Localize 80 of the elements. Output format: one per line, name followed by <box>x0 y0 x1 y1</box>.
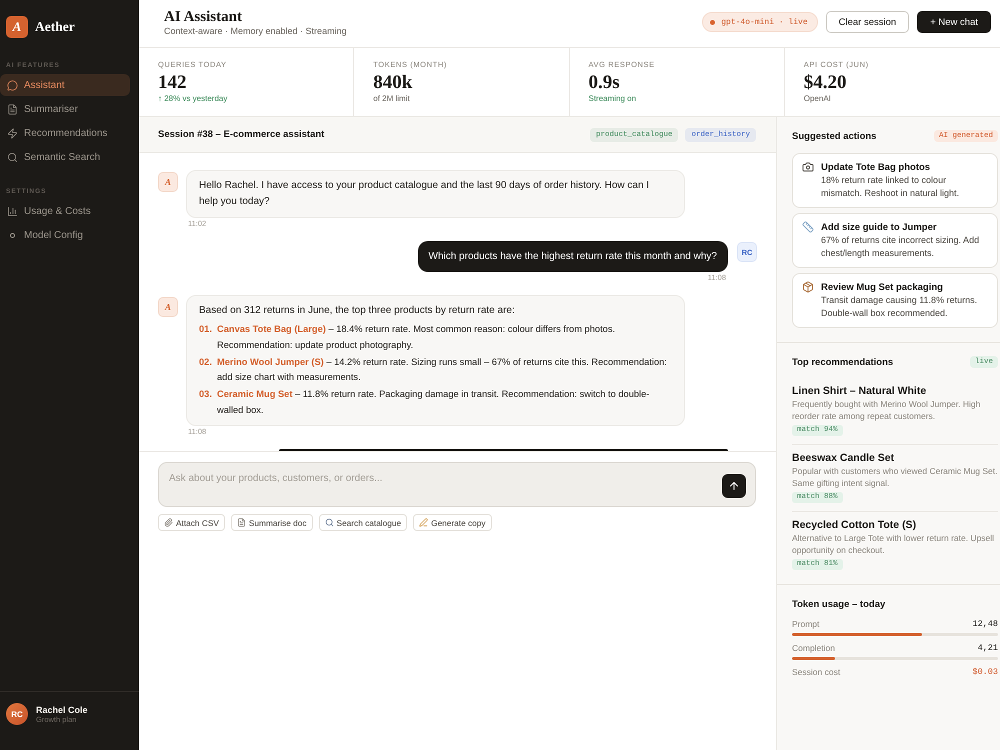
product-reason: Alternative to Large Tote with lower return rate. Upsell opportunity on checkout. <box>792 532 996 556</box>
stat-value: 840k <box>373 72 414 94</box>
assistant-avatar: A <box>158 172 178 192</box>
list-item-text: Ceramic Mug Set – 11.8% return rate. Packaging damage in transit. Recommendation: switch to double-walled box. <box>217 388 650 416</box>
action-title: Add size guide to Jumper <box>821 221 938 234</box>
usage-value: $0.03 <box>972 667 998 677</box>
action-text: Transit damage causing 11.8% returns. Double-wall box recommended. <box>821 294 978 320</box>
ruler-icon <box>802 221 814 233</box>
action-text: 67% of returns cite incorrect sizing. Add chest/length measurements. <box>821 234 980 260</box>
action-title: Review Mug Set packaging <box>821 281 944 294</box>
message-bubble: Which products have the highest return rate this month and why? <box>418 241 728 272</box>
list-item-text: Merino Wool Jumper (S) – 14.2% return rate. Sizing runs small – 67% of returns cite this. Recommendation: add size chart with measurements. <box>217 356 668 384</box>
nav-item[interactable]: Recommendations <box>0 122 130 144</box>
status-dot-icon <box>710 20 716 24</box>
document-icon <box>236 518 246 527</box>
action-text: 18% return rate linked to colour mismatch. Reshoot in natural light. <box>821 174 960 200</box>
stat-value: $4.20 <box>804 72 848 94</box>
user-avatar[interactable]: RC <box>6 703 28 725</box>
stat-note: OpenAI <box>804 94 832 104</box>
chat-bubble-icon <box>7 80 18 90</box>
arrow-up-icon <box>728 480 740 492</box>
search-icon <box>7 152 18 162</box>
nav-item[interactable]: Summariser <box>0 98 130 120</box>
send-button[interactable] <box>722 474 746 498</box>
paperclip-icon <box>164 518 173 527</box>
new-chat-button[interactable]: + New chat <box>917 11 991 33</box>
lightning-icon <box>7 128 18 138</box>
document-icon <box>7 104 18 114</box>
quick-action-chip[interactable]: Attach CSV <box>158 514 225 531</box>
package-icon <box>802 281 814 293</box>
usage-label: Completion <box>792 643 835 653</box>
usage-label: Session cost <box>792 667 840 677</box>
quick-action-chip[interactable]: Summarise doc <box>230 514 313 531</box>
user-name: Rachel Cole <box>36 704 88 714</box>
model-name: gpt-4o-mini · live <box>721 18 808 26</box>
pen-icon <box>419 518 428 527</box>
brand-name: Aether <box>35 19 75 35</box>
nav-item[interactable]: Assistant <box>0 74 130 96</box>
action-card[interactable]: Review Mug Set packaging Transit damage causing 11.8% returns. Double-wall box recommended. <box>792 273 998 328</box>
panel-title: Suggested actions <box>792 130 876 142</box>
message-input[interactable]: Ask about your products, customers, or orders... <box>158 462 756 507</box>
nav-item[interactable]: Model Config <box>0 224 130 246</box>
action-card[interactable]: Update Tote Bag photos 18% return rate linked to colour mismatch. Reshoot in natural light. <box>792 153 998 208</box>
action-title: Update Tote Bag photos <box>821 161 932 174</box>
assistant-avatar: A <box>158 297 178 317</box>
stat-note: ↑ 28% vs yesterday <box>158 94 228 104</box>
panel-title: Token usage – today <box>792 598 886 610</box>
search-icon <box>324 518 334 527</box>
quick-action-chip[interactable]: Search catalogue <box>318 514 408 531</box>
bar-chart-icon <box>7 206 18 216</box>
stat-note: Streaming on <box>588 94 638 104</box>
action-card[interactable]: Add size guide to Jumper 67% of returns cite incorrect sizing. Add chest/length measurements. <box>792 213 998 268</box>
list-item-text: Canvas Tote Bag (Large) – 18.4% return rate. Most common reason: colour differs from photos. Recommendation: update product photography. <box>217 323 616 352</box>
panel-title: Top recommendations <box>792 356 894 368</box>
page-subtitle: Context-aware · Memory enabled · Streaming <box>164 26 347 37</box>
list-number: 03. <box>199 388 213 401</box>
logo: A <box>6 16 28 38</box>
quick-action-chip[interactable]: Generate copy <box>413 514 492 531</box>
product-reason: Popular with customers who viewed Ceramic Mug Set. Same gifting intent signal. <box>792 465 998 489</box>
stat-value: 0.9s <box>588 72 621 94</box>
stat-note: of 2M limit <box>373 94 411 104</box>
clear-session-button[interactable]: Clear session <box>826 11 910 33</box>
usage-label: Prompt <box>792 619 820 629</box>
page-title: AI Assistant <box>164 8 243 26</box>
message-text: Based on 312 returns in June, the top three products by return rate are: <box>199 304 516 318</box>
nav-item[interactable]: Usage & Costs <box>0 200 130 222</box>
product-title: Linen Shirt – Natural White <box>792 385 926 397</box>
list-number: 02. <box>199 356 213 368</box>
nav-item[interactable]: Semantic Search <box>0 146 130 168</box>
product-reason: Frequently bought with Merino Wool Jumper. High reorder rate among repeat customers. <box>792 398 982 422</box>
product-title: Beeswax Candle Set <box>792 452 894 464</box>
usage-value: 4,21 <box>978 643 998 653</box>
stat-value: 142 <box>158 72 188 94</box>
list-number: 01. <box>199 323 213 336</box>
session-title: Session #38 – E-commerce assistant <box>158 129 324 140</box>
product-title: Recycled Cotton Tote (S) <box>792 519 916 531</box>
camera-icon <box>802 161 814 173</box>
usage-value: 12,48 <box>972 619 998 629</box>
message-bubble: Hello Rachel. I have access to your product catalogue and the last 90 days of order history. How can I help you today? <box>186 170 685 218</box>
dot-icon <box>10 232 15 238</box>
